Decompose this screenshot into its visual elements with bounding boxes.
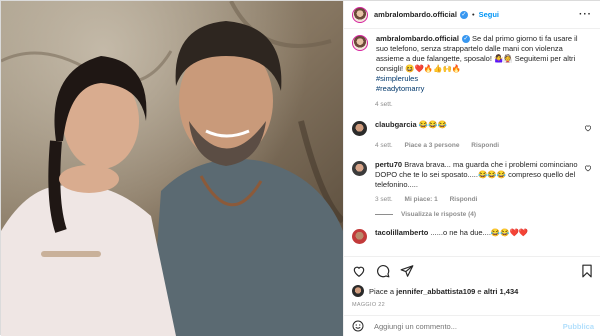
publish-button[interactable]: Pubblica — [563, 322, 594, 331]
comment-item: tacolillamberto ......o ne ha due....😂😂❤… — [352, 228, 592, 244]
reply-button[interactable]: Rispondi — [450, 196, 478, 203]
caption-time[interactable]: 4 sett. — [375, 101, 393, 108]
comment-item: claubgarcia 😂😂😂 — [352, 120, 592, 136]
hashtag-link[interactable]: #simplerules — [376, 74, 418, 83]
avatar[interactable] — [352, 161, 367, 176]
comment-item: pertu70 Brava brava... ma guarda che i p… — [352, 160, 592, 190]
comment-time[interactable]: 3 sett. — [375, 196, 393, 203]
likes-others[interactable]: altri 1,434 — [484, 287, 519, 296]
comment-meta: 3 sett. Mi piace: 1 Rispondi — [375, 196, 592, 203]
post-header: ambralombardo.official ✓ • Segui ··· — [344, 1, 600, 29]
comment-icon[interactable] — [376, 264, 390, 278]
avatar[interactable] — [352, 6, 368, 23]
caption-meta: 4 sett. — [375, 101, 592, 108]
verified-icon: ✓ — [459, 10, 468, 19]
author-username[interactable]: ambralombardo.official — [374, 10, 457, 19]
more-icon[interactable]: ··· — [579, 9, 592, 20]
likes-summary: Piace a jennifer_abbattista109 e altri 1… — [352, 285, 594, 297]
comment-input[interactable] — [374, 321, 563, 331]
likes-prefix: Piace a — [369, 286, 395, 296]
comment-likes[interactable]: Piace a 3 persone — [405, 142, 460, 149]
caption-username[interactable]: ambralombardo.official — [376, 34, 459, 43]
comment-time[interactable]: 4 sett. — [375, 142, 393, 149]
view-replies-label: Visualizza le risposte (4) — [401, 211, 477, 218]
comment-likes[interactable]: Mi piace: 1 — [405, 196, 438, 203]
view-replies-button[interactable]: Visualizza le risposte (4) — [375, 211, 592, 218]
separator-dot: • — [471, 10, 475, 19]
reply-button[interactable]: Rispondi — [471, 142, 499, 149]
comment-username[interactable]: pertu70 — [375, 160, 402, 169]
avatar[interactable] — [352, 121, 367, 136]
post-sidebar: ambralombardo.official ✓ • Segui ··· amb… — [343, 1, 600, 336]
caption: ambralombardo.official ✓ Se dal primo gio… — [352, 34, 592, 94]
comment-text: 😂😂😂 — [418, 120, 447, 129]
instagram-post: ambralombardo.official ✓ • Segui ··· amb… — [0, 0, 600, 336]
avatar[interactable] — [352, 35, 368, 51]
post-photo[interactable] — [1, 1, 343, 336]
post-date[interactable]: MAGGIO 22 — [352, 302, 594, 308]
comments-section: ambralombardo.official ✓ Se dal primo gio… — [344, 30, 600, 256]
comment-text: Brava brava... ma guarda che i problemi … — [375, 160, 578, 189]
heart-icon[interactable] — [584, 124, 592, 132]
avatar[interactable] — [352, 229, 367, 244]
comment-username[interactable]: tacolillamberto — [375, 228, 428, 237]
action-bar: Piace a jennifer_abbattista109 e altri 1… — [344, 256, 600, 308]
avatar[interactable] — [352, 285, 364, 297]
replies-divider — [375, 214, 393, 215]
heart-icon[interactable] — [584, 164, 592, 172]
comment-text: ......o ne ha due....😂😂❤️❤️ — [430, 228, 529, 237]
likes-connector: e — [477, 286, 482, 296]
liker-username[interactable]: jennifer_abbattista109 — [396, 287, 475, 296]
heart-icon[interactable] — [352, 264, 366, 278]
share-icon[interactable] — [400, 264, 414, 278]
comment-username[interactable]: claubgarcia — [375, 120, 417, 129]
hashtag-link[interactable]: #readytomarry — [376, 84, 424, 93]
emoji-icon[interactable] — [352, 320, 364, 332]
follow-button[interactable]: Segui — [479, 10, 499, 19]
verified-icon: ✓ — [461, 35, 470, 44]
bookmark-icon[interactable] — [580, 264, 594, 278]
comment-meta: 4 sett. Piace a 3 persone Rispondi — [375, 142, 592, 149]
add-comment-bar: Pubblica — [344, 315, 600, 336]
